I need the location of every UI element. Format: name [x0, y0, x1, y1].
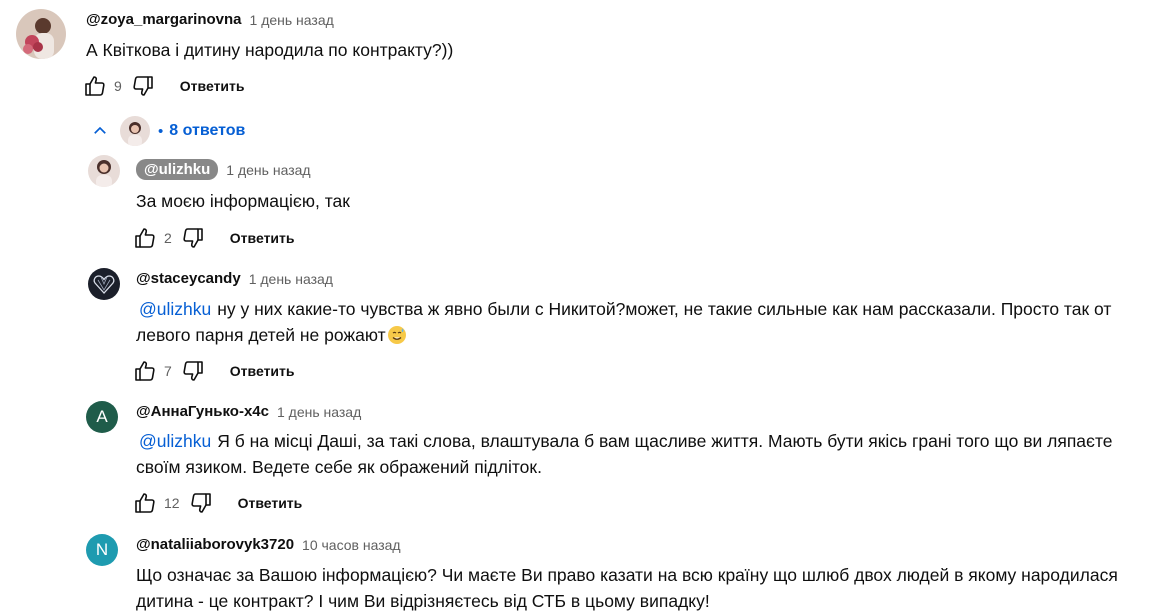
- replies-count[interactable]: 8 ответов: [169, 122, 245, 140]
- replies-toggle[interactable]: • 8 ответов: [88, 113, 245, 149]
- reply-time[interactable]: 1 день назад: [249, 271, 333, 287]
- reply-text: За моєю інформацією, так: [136, 191, 350, 211]
- reply-author-chip[interactable]: @ulizhku: [136, 159, 219, 180]
- reply-author[interactable]: @АннаГунько-х4с: [136, 403, 269, 420]
- separator-dot: •: [158, 122, 164, 140]
- chevron-up-icon[interactable]: [88, 119, 112, 143]
- comment-time[interactable]: 1 день назад: [250, 12, 334, 28]
- reply-actions: 12 Ответить: [130, 488, 302, 518]
- reply-text: Що означає за Вашою інформацією? Чи маєт…: [136, 565, 1118, 611]
- comment-text: А Квіткова і дитину народила по контракт…: [86, 40, 454, 60]
- dislike-icon[interactable]: [186, 488, 216, 518]
- replies-avatar: [120, 116, 150, 146]
- dislike-icon[interactable]: [178, 356, 208, 386]
- like-count: 7: [164, 363, 172, 379]
- like-icon[interactable]: [130, 488, 160, 518]
- reply-button[interactable]: Ответить: [180, 78, 245, 94]
- avatar-staceycandy[interactable]: [88, 268, 120, 300]
- like-icon[interactable]: [130, 356, 160, 386]
- avatar-anna[interactable]: А: [86, 401, 118, 433]
- emoji-sweat-smile-icon: [387, 326, 406, 344]
- reply-author[interactable]: @staceycandy: [136, 270, 241, 287]
- mention-link[interactable]: @ulizhku: [139, 431, 211, 451]
- reply-button[interactable]: Ответить: [230, 230, 295, 246]
- dislike-icon[interactable]: [178, 223, 208, 253]
- reply-text: @ulizhku Я б на місці Даші, за такі слова…: [136, 431, 1113, 477]
- like-count: 2: [164, 230, 172, 246]
- reply-author[interactable]: @nataliiaborovyk3720: [136, 536, 294, 553]
- reply-time[interactable]: 10 часов назад: [302, 537, 401, 553]
- like-count: 12: [164, 495, 180, 511]
- reply-time[interactable]: 1 день назад: [226, 162, 310, 178]
- reply-time[interactable]: 1 день назад: [277, 404, 361, 420]
- reply-actions: 2 Ответить: [130, 223, 295, 253]
- comment-actions: 9 Ответить: [80, 71, 245, 101]
- mention-link[interactable]: @ulizhku: [139, 299, 211, 319]
- comment-author[interactable]: @zoya_margarinovna: [86, 11, 242, 28]
- like-count: 9: [114, 78, 122, 94]
- avatar-ulizhku[interactable]: [88, 155, 120, 187]
- like-icon[interactable]: [80, 71, 110, 101]
- reply-button[interactable]: Ответить: [238, 495, 303, 511]
- like-icon[interactable]: [130, 223, 160, 253]
- dislike-icon[interactable]: [128, 71, 158, 101]
- avatar-nataliia[interactable]: N: [86, 534, 118, 566]
- reply-text: @ulizhku ну у них какие-то чувства ж явно…: [136, 299, 1112, 345]
- reply-actions: 7 Ответить: [130, 356, 295, 386]
- avatar-zoya[interactable]: [16, 9, 66, 59]
- reply-button[interactable]: Ответить: [230, 363, 295, 379]
